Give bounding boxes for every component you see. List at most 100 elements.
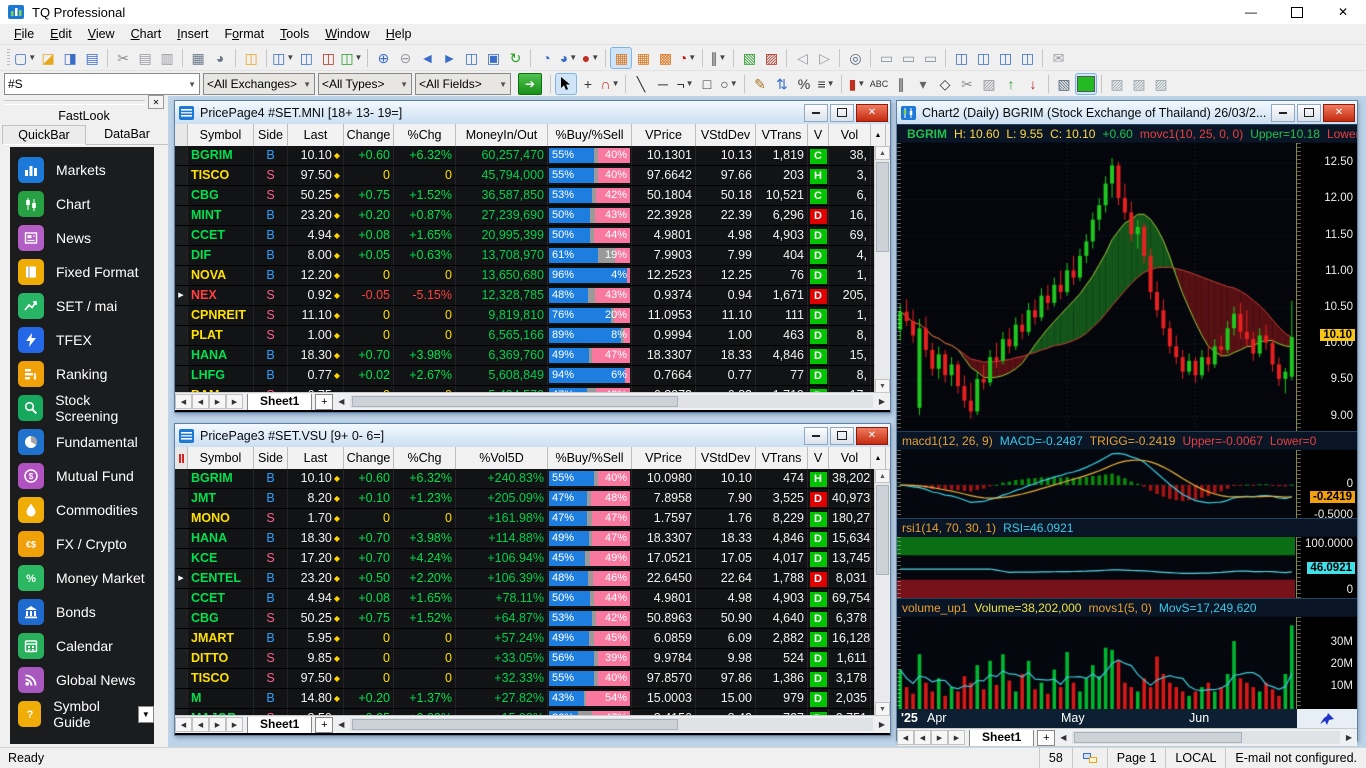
column-header-vol5d[interactable]: %Vol5D [456, 447, 548, 469]
sidebar-item-markets[interactable]: Markets [10, 153, 154, 187]
find-icon[interactable]: ◎ [845, 48, 865, 68]
chart-down-icon[interactable]: ▨ [761, 48, 781, 68]
stamp-2-icon[interactable]: ▨ [1129, 74, 1149, 94]
arrow-up-marker-icon[interactable]: ↑ [1001, 74, 1021, 94]
sidebar-item-calendar[interactable]: Calendar [10, 629, 154, 663]
parallel-lines-icon[interactable]: ∥ [891, 74, 911, 94]
column-header-buysell[interactable]: %Buy/%Sell [548, 447, 632, 469]
price-window-titlebar[interactable]: PricePage4 #SET.MNI [18+ 13- 19=]✕ [175, 101, 890, 124]
intraday-clock-icon[interactable]: ◔ [536, 48, 556, 68]
close-workspace-icon[interactable]: ◫ [318, 48, 338, 68]
go-button[interactable]: ➔ [518, 73, 542, 95]
table-row-ccet[interactable]: CCETB4.94◆+0.08+1.65%+78.11%50%44%4.9801… [175, 589, 875, 609]
ellipse-shape-icon[interactable]: ○▼ [719, 74, 739, 94]
trend-line-icon[interactable]: ╲ [631, 74, 651, 94]
crosshair-icon[interactable]: + [578, 74, 598, 94]
quote-grid-icon[interactable]: ▦ [611, 48, 631, 68]
paste-icon[interactable]: ▥ [157, 48, 177, 68]
sheet-tab[interactable]: Sheet1 [247, 717, 312, 733]
refresh-icon[interactable]: ↻ [505, 48, 525, 68]
lines-menu-icon[interactable]: ≡▼ [816, 74, 836, 94]
hscroll-right-arrow[interactable]: ▶ [1341, 730, 1357, 745]
color-swatch-icon[interactable] [1076, 74, 1096, 94]
column-header-vol[interactable]: Vol [829, 447, 871, 469]
new-page-icon[interactable]: ▢▼ [14, 48, 36, 68]
table-row-hana[interactable]: HANAB18.30◆+0.70+3.98%+114.88%49%47%18.3… [175, 529, 875, 549]
menu-chart[interactable]: Chart [123, 26, 170, 42]
hscroll-thumb[interactable] [1074, 732, 1242, 743]
monitor-3-icon[interactable]: ◫ [995, 48, 1015, 68]
table-row-jmt[interactable]: JMTB8.20◆+0.10+1.23%+205.09%47%48%7.8958… [175, 489, 875, 509]
column-header-vtrans[interactable]: VTrans [756, 447, 808, 469]
diamond-marker-icon[interactable]: ◇ [935, 74, 955, 94]
candle-style-icon[interactable]: ∥▼ [708, 48, 728, 68]
hscroll-track[interactable] [1072, 731, 1340, 744]
macd-canvas[interactable] [897, 450, 1295, 518]
restore-button[interactable] [830, 427, 854, 445]
add-sheet-button[interactable]: + [315, 394, 333, 410]
stamp-1-icon[interactable]: ▨ [1107, 74, 1127, 94]
table-row-ditto[interactable]: DITTOS9.85◆00+33.05%56%39%9.97849.98524D… [175, 649, 875, 669]
menu-help[interactable]: Help [378, 26, 420, 42]
column-header-change[interactable]: Change [344, 124, 394, 146]
sidebar-item-fundamental[interactable]: Fundamental [10, 425, 154, 459]
monitor-4-icon[interactable]: ◫ [1017, 48, 1037, 68]
menu-window[interactable]: Window [317, 26, 377, 42]
sidebar-close-icon[interactable]: ✕ [148, 95, 164, 109]
sidebar-item-global-news[interactable]: Global News [10, 663, 154, 697]
save-workbook-icon[interactable]: ▤ [82, 48, 102, 68]
scroll-up-arrow[interactable]: ▲ [875, 146, 890, 160]
column-header-v[interactable]: V [808, 124, 829, 146]
hscroll-right-arrow[interactable]: ▶ [874, 717, 890, 732]
column-header-vol[interactable]: Vol [829, 124, 871, 146]
column-header-chg[interactable]: %Chg [394, 447, 456, 469]
chart-scissors-icon[interactable]: ✂ [957, 74, 977, 94]
sidebar-item-stock-screening[interactable]: Stock Screening [10, 391, 154, 425]
add-sheet-button[interactable]: + [1037, 730, 1055, 746]
copy-icon[interactable]: ▤ [135, 48, 155, 68]
chart-minimize-button[interactable] [1271, 104, 1295, 122]
print-icon[interactable]: ▦ [188, 48, 208, 68]
hscroll-left-arrow[interactable]: ◀ [333, 394, 349, 409]
page-prev-icon[interactable]: ◁ [792, 48, 812, 68]
fields-dropdown[interactable]: <All Fields>▼ [415, 73, 511, 95]
column-header-side[interactable]: Side [254, 124, 288, 146]
column-header-buysell[interactable]: %Buy/%Sell [548, 124, 632, 146]
hscroll-track[interactable] [350, 718, 873, 731]
menu-edit[interactable]: Edit [42, 26, 80, 42]
chart-restore-button[interactable] [1297, 104, 1321, 122]
sheet-prev-button[interactable]: ◀ [914, 730, 931, 745]
vertical-scrollbar[interactable]: ▲▼ [874, 146, 890, 393]
app-close-button[interactable]: ✕ [1320, 0, 1366, 24]
column-header-vprice[interactable]: VPrice [632, 447, 696, 469]
sheet-first-button[interactable]: ◀ [175, 394, 192, 409]
dense-grid-icon[interactable]: ▩ [655, 48, 675, 68]
column-header-moneyinout[interactable]: MoneyIn/Out [456, 124, 548, 146]
restore-button[interactable] [830, 104, 854, 122]
chart-close-button[interactable]: ✕ [1323, 104, 1355, 122]
column-header-vstddev[interactable]: VStdDev [696, 447, 756, 469]
sidebar-item-fx-crypto[interactable]: €$FX / Crypto [10, 527, 154, 561]
symbol-search-input[interactable]: #S ▼ [4, 73, 200, 95]
hscroll-right-arrow[interactable]: ▶ [874, 394, 890, 409]
save-workspace-icon[interactable]: ◫ [296, 48, 316, 68]
table-row-hana[interactable]: HANAB18.30◆+0.70+3.98%6,369,76049%47%18.… [175, 346, 875, 366]
table-row-m[interactable]: MB14.80◆+0.20+1.37%+27.82%43%54%15.00031… [175, 689, 875, 709]
full-grid-icon[interactable]: ▦ [633, 48, 653, 68]
column-header-chg[interactable]: %Chg [394, 124, 456, 146]
column-header-vprice[interactable]: VPrice [632, 124, 696, 146]
exchanges-dropdown[interactable]: <All Exchanges>▼ [203, 73, 315, 95]
volume-canvas[interactable] [897, 617, 1295, 709]
table-row-jmart[interactable]: JMARTB5.95◆00+57.24%49%45%6.08596.092,88… [175, 629, 875, 649]
sheet-prev-button[interactable]: ◀ [192, 717, 209, 732]
menu-format[interactable]: Format [216, 26, 272, 42]
sidebar-item-money-market[interactable]: %Money Market [10, 561, 154, 595]
symbol-guide-dropdown[interactable]: ▼ [138, 706, 154, 723]
app-maximize-button[interactable] [1274, 0, 1320, 24]
flip-axis-icon[interactable]: ⇅ [772, 74, 792, 94]
table-row-bgrim[interactable]: BGRIMB10.10◆+0.60+6.32%+240.83%55%40%10.… [175, 469, 875, 489]
table-row-mint[interactable]: MINTB23.20◆+0.20+0.87%27,239,69050%43%22… [175, 206, 875, 226]
column-header-symbol[interactable]: Symbol [188, 447, 254, 469]
mini-chart-icon[interactable]: ▧ [1054, 74, 1074, 94]
pushpin-icon[interactable] [1319, 712, 1335, 726]
